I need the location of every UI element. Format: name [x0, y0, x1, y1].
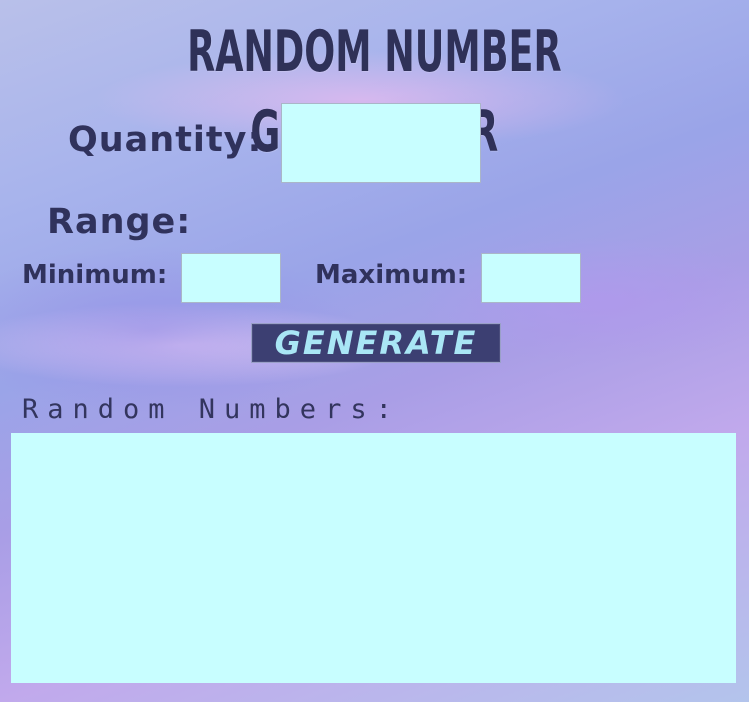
minimum-input[interactable]: [181, 253, 281, 303]
results-output[interactable]: [11, 433, 736, 683]
minimum-label: Minimum:: [22, 260, 168, 290]
maximum-input[interactable]: [481, 253, 581, 303]
range-label: Range:: [47, 202, 192, 242]
generate-button[interactable]: GENERATE: [251, 323, 501, 363]
quantity-label: Quantity:: [68, 120, 263, 160]
results-label: Random Numbers:: [22, 394, 401, 425]
quantity-input[interactable]: [281, 103, 481, 183]
maximum-label: Maximum:: [315, 260, 468, 290]
